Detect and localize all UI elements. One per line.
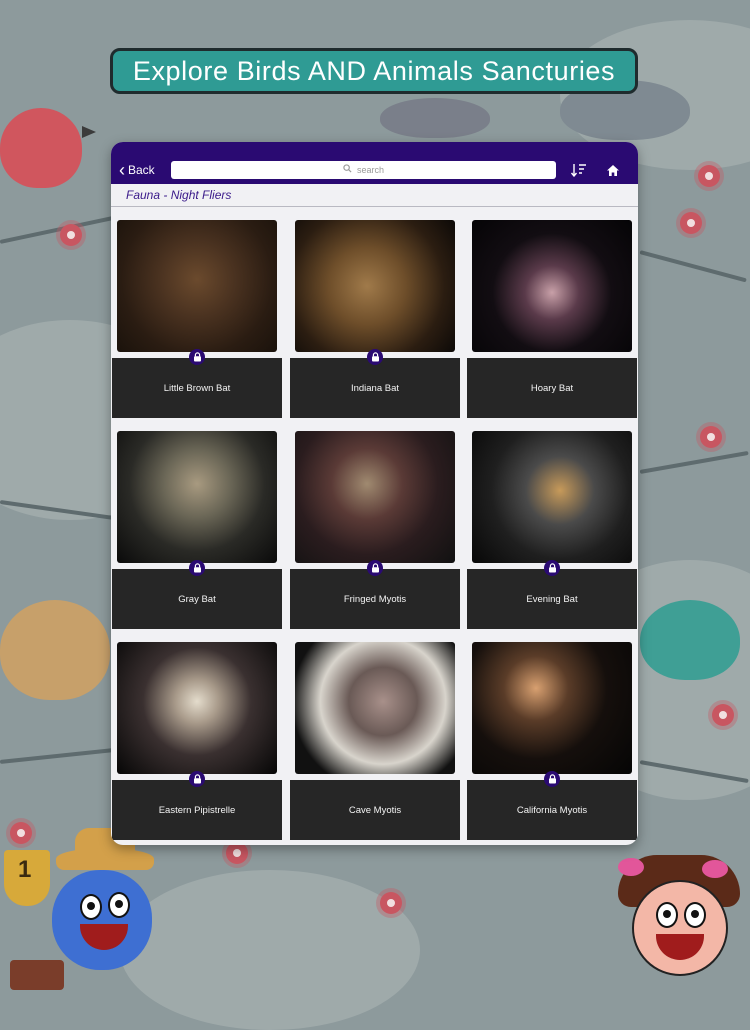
species-tile[interactable]: Gray Bat <box>112 431 282 629</box>
species-photo[interactable] <box>117 431 277 563</box>
species-label: Little Brown Bat <box>112 358 282 418</box>
species-label: California Myotis <box>467 780 637 840</box>
status-bar <box>111 142 638 156</box>
promo-banner: Explore Birds AND Animals Sancturies <box>110 48 638 94</box>
species-label: Hoary Bat <box>467 358 637 418</box>
species-tile[interactable]: Hoary Bat <box>467 220 637 418</box>
search-icon <box>343 164 352 176</box>
nav-bar: ‹ Back search <box>111 156 638 184</box>
app-window: ‹ Back search Fauna - Night Fliers Littl <box>111 142 638 845</box>
breadcrumb: Fauna - Night Fliers <box>111 184 638 207</box>
search-placeholder: search <box>356 165 384 175</box>
species-tile[interactable]: California Myotis <box>467 642 637 840</box>
lock-icon <box>544 771 560 787</box>
lock-icon <box>189 349 205 365</box>
home-icon <box>607 164 619 176</box>
species-label: Fringed Myotis <box>290 569 460 629</box>
species-tile[interactable]: Evening Bat <box>467 431 637 629</box>
species-tile[interactable]: Little Brown Bat <box>112 220 282 418</box>
species-photo[interactable] <box>472 642 632 774</box>
species-label: Evening Bat <box>467 569 637 629</box>
lock-icon <box>367 349 383 365</box>
lock-icon <box>189 560 205 576</box>
species-photo[interactable] <box>472 431 632 563</box>
blue-mascot-icon <box>52 870 152 970</box>
species-photo[interactable] <box>472 220 632 352</box>
species-photo[interactable] <box>295 220 455 352</box>
sort-icon <box>571 164 586 177</box>
sort-button[interactable] <box>562 159 596 181</box>
home-button[interactable] <box>596 159 630 181</box>
species-photo[interactable] <box>117 220 277 352</box>
species-tile[interactable]: Eastern Pipistrelle <box>112 642 282 840</box>
lock-icon <box>544 560 560 576</box>
species-photo[interactable] <box>295 642 455 774</box>
species-label: Cave Myotis <box>290 780 460 840</box>
lock-icon <box>367 560 383 576</box>
species-label: Eastern Pipistrelle <box>112 780 282 840</box>
species-tile[interactable]: Cave Myotis <box>290 642 460 840</box>
species-photo[interactable] <box>117 642 277 774</box>
species-photo[interactable] <box>295 431 455 563</box>
species-tile[interactable]: Fringed Myotis <box>290 431 460 629</box>
species-tile[interactable]: Indiana Bat <box>290 220 460 418</box>
girl-mascot-icon <box>632 880 728 976</box>
search-input[interactable]: search <box>171 161 556 179</box>
species-label: Indiana Bat <box>290 358 460 418</box>
lock-icon <box>189 771 205 787</box>
chevron-left-icon: ‹ <box>119 160 125 180</box>
back-button[interactable]: ‹ Back <box>119 160 165 180</box>
species-label: Gray Bat <box>112 569 282 629</box>
back-label: Back <box>128 163 155 177</box>
